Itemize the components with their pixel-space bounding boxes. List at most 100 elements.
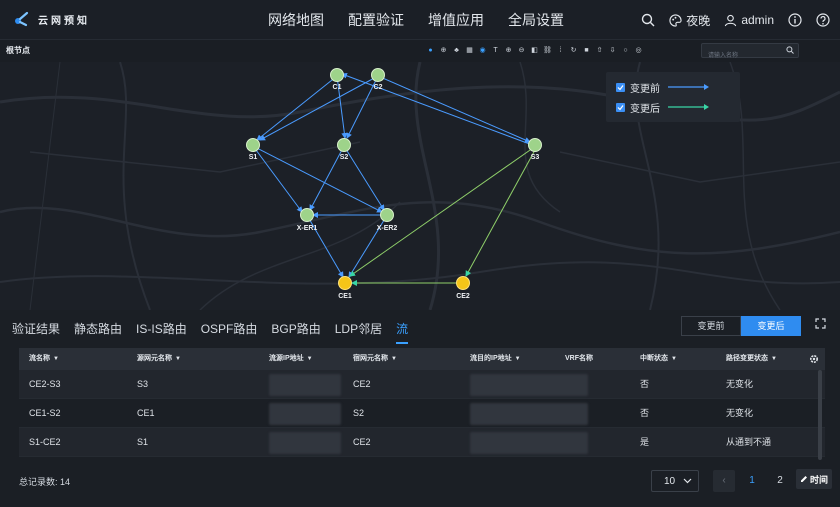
page-size-value: 10 <box>664 475 676 487</box>
search-icon <box>642 13 655 27</box>
col-src-ip[interactable]: 流源IP地址 ▼ <box>259 348 343 370</box>
topology-map[interactable]: C1 C2 S1 S2 S3 X-ER1 X-ER2 CE1 CE2 变更前 变… <box>0 62 840 310</box>
search-icon[interactable] <box>786 46 794 54</box>
zoom-in-icon[interactable]: ⊕ <box>503 44 514 56</box>
app-logo[interactable]: 云网预知 <box>14 11 90 27</box>
node-label-xer1: X-ER1 <box>296 225 318 232</box>
grid-tool-icon[interactable]: ▦ <box>464 44 475 56</box>
refresh-icon[interactable]: ↻ <box>568 44 579 56</box>
location-tool-icon[interactable]: ◉ <box>477 44 488 56</box>
cell-src-element: S3 <box>137 378 149 389</box>
col-dst-element[interactable]: 宿网元名称 ▼ <box>343 348 460 370</box>
col-interrupt[interactable]: 中断状态 ▼ <box>630 348 716 370</box>
tab-static-route[interactable]: 静态路由 <box>74 320 122 344</box>
cell-src-ip-redacted <box>259 399 343 428</box>
node-xer1[interactable] <box>300 208 314 222</box>
filter-icon[interactable]: ▼ <box>515 356 521 362</box>
col-src-element[interactable]: 源网元名称 ▼ <box>127 348 259 370</box>
legend-before[interactable]: 变更前 <box>616 79 710 95</box>
tab-ospf-route[interactable]: OSPF路由 <box>201 320 258 344</box>
node-s1[interactable] <box>246 138 260 152</box>
target-tool-icon[interactable]: ◎ <box>633 44 644 56</box>
tab-bgp-route[interactable]: BGP路由 <box>271 320 320 344</box>
save-icon[interactable]: ■ <box>581 44 592 56</box>
checkbox-icon[interactable] <box>616 102 625 112</box>
column-settings[interactable] <box>803 354 825 364</box>
filter-icon[interactable]: ▼ <box>771 356 777 362</box>
cell-vrf <box>555 370 630 399</box>
lock-tool-icon[interactable]: ⊕ <box>438 44 449 56</box>
tab-ldp-neighbor[interactable]: LDP邻居 <box>335 320 382 344</box>
page-1-button[interactable]: 1 <box>741 470 763 492</box>
nav-network-map[interactable]: 网络地图 <box>256 0 336 40</box>
globe-tool-icon[interactable]: ● <box>425 44 436 56</box>
circle-tool-icon[interactable]: ○ <box>620 44 631 56</box>
node-ce1[interactable] <box>338 276 352 290</box>
help-button[interactable] <box>816 13 830 27</box>
table-row[interactable]: S1-CE2 S1 CE2 是 从通到不通 <box>19 428 825 457</box>
layout-tool-icon[interactable]: ◧ <box>529 44 540 56</box>
edit-icon <box>800 476 807 482</box>
chevron-down-icon <box>683 478 692 484</box>
before-button[interactable]: 变更前 <box>681 316 741 336</box>
align-tool-icon[interactable]: ⁞ <box>555 44 566 56</box>
theme-label: 夜晚 <box>686 13 711 28</box>
nav-global-settings[interactable]: 全局设置 <box>496 0 576 40</box>
col-flow-name[interactable]: 流名称 ▼ <box>19 348 127 370</box>
link-tool-icon[interactable]: ⛓ <box>542 44 553 56</box>
node-search-input[interactable] <box>702 49 780 63</box>
page-size-select[interactable]: 10 <box>651 470 699 492</box>
node-s2[interactable] <box>337 138 351 152</box>
node-s3[interactable] <box>528 138 542 152</box>
table-row[interactable]: CE2-S3 S3 CE2 否 无变化 <box>19 370 825 399</box>
time-label: 时间 <box>809 474 828 485</box>
filter-icon[interactable]: ▼ <box>391 356 397 362</box>
table-row[interactable]: CE1-S2 CE1 S2 否 无变化 <box>19 399 825 428</box>
cell-src-element: S1 <box>137 436 149 447</box>
tree-tool-icon[interactable]: ♣ <box>451 44 462 56</box>
user-menu[interactable]: admin <box>724 13 774 27</box>
node-label-ce1: CE1 <box>338 293 352 300</box>
fullscreen-icon[interactable] <box>815 318 826 329</box>
upload-icon[interactable]: ⇧ <box>594 44 605 56</box>
download-icon[interactable]: ⇩ <box>607 44 618 56</box>
cell-interrupt: 否 <box>640 407 650 418</box>
tab-flow[interactable]: 流 <box>396 320 409 344</box>
info-button[interactable] <box>788 13 802 27</box>
after-button[interactable]: 变更后 <box>741 316 801 336</box>
checkbox-icon[interactable] <box>616 82 625 92</box>
tab-verify-result[interactable]: 验证结果 <box>12 320 60 344</box>
col-path-change[interactable]: 路径变更状态 ▼ <box>716 348 803 370</box>
node-ce2[interactable] <box>456 276 470 290</box>
nav-value-added[interactable]: 增值应用 <box>416 0 496 40</box>
col-dst-ip[interactable]: 流目的IP地址 ▼ <box>460 348 555 370</box>
filter-icon[interactable]: ▼ <box>671 356 677 362</box>
node-c2[interactable] <box>371 68 385 82</box>
legend-before-label: 变更前 <box>630 83 660 95</box>
node-label-s3: S3 <box>530 154 540 161</box>
search-button[interactable] <box>641 13 655 27</box>
cell-vrf <box>555 428 630 457</box>
cell-flow-name: CE2-S3 <box>29 378 61 389</box>
theme-toggle[interactable]: 夜晚 <box>669 12 710 29</box>
user-icon <box>725 14 737 26</box>
result-tabs: 验证结果 静态路由 IS-IS路由 OSPF路由 BGP路由 LDP邻居 流 <box>12 320 422 344</box>
nav-config-verify[interactable]: 配置验证 <box>336 0 416 40</box>
root-node-label[interactable]: 根节点 <box>6 45 30 56</box>
time-button[interactable]: 时间 <box>796 469 832 489</box>
cell-path-change: 从通到不通 <box>726 436 772 447</box>
filter-icon[interactable]: ▼ <box>175 356 181 362</box>
gear-icon <box>809 354 819 364</box>
zoom-out-icon[interactable]: ⊖ <box>516 44 527 56</box>
filter-icon[interactable]: ▼ <box>53 356 59 362</box>
table-scrollbar[interactable] <box>818 370 822 460</box>
page-2-button[interactable]: 2 <box>769 470 791 492</box>
cell-vrf <box>555 399 630 428</box>
legend-after[interactable]: 变更后 <box>616 99 710 115</box>
text-tool-icon[interactable]: T <box>490 44 501 56</box>
filter-icon[interactable]: ▼ <box>307 356 313 362</box>
tab-isis-route[interactable]: IS-IS路由 <box>136 320 187 344</box>
node-xer2[interactable] <box>380 208 394 222</box>
node-c1[interactable] <box>330 68 344 82</box>
prev-page-button[interactable]: ‹ <box>713 470 735 492</box>
